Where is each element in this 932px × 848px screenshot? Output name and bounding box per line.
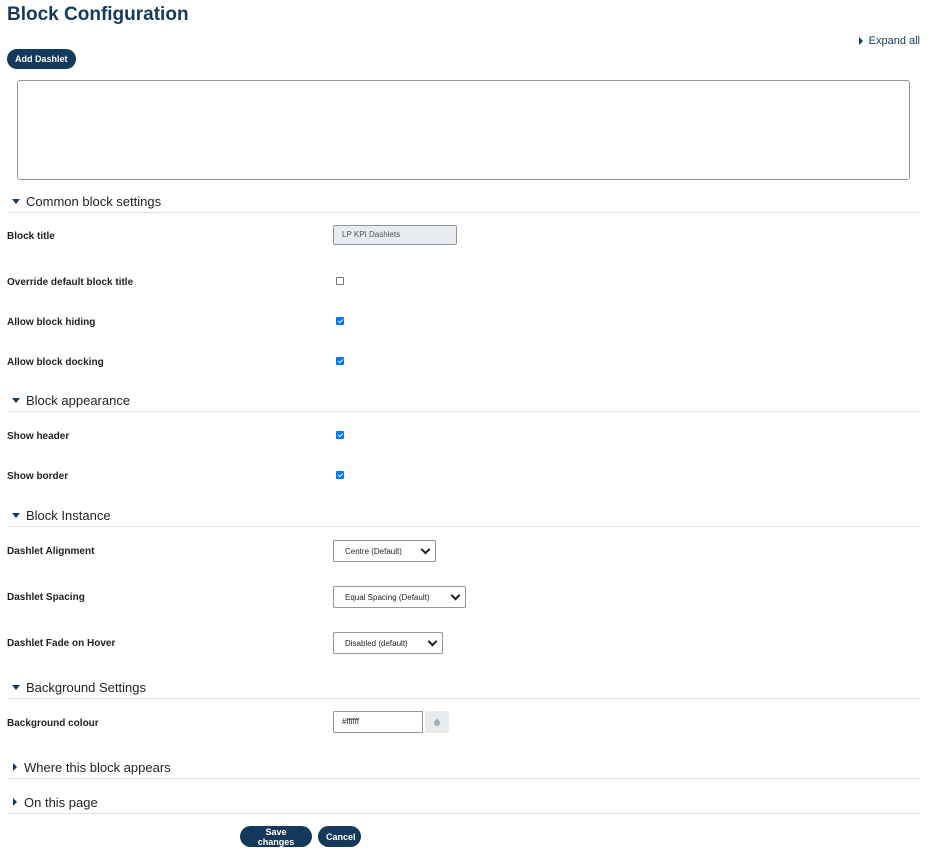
allow-hiding-checkbox[interactable] [336,317,344,325]
background-colour-input[interactable]: #ffffff [333,711,423,733]
save-changes-button[interactable]: Save changes [240,826,312,847]
show-border-checkbox[interactable] [336,471,344,479]
section-title: Block Instance [26,507,111,523]
section-common-settings[interactable]: Common block settings [7,190,920,213]
caret-down-icon [12,684,20,690]
select-value: Centre (Default) [345,546,402,556]
section-title: Common block settings [26,193,162,209]
override-title-label: Override default block title [7,277,134,288]
show-header-checkbox[interactable] [336,431,344,439]
dashlet-alignment-label: Dashlet Alignment [7,546,95,557]
select-value: Disabled (default) [345,638,408,648]
block-title-input[interactable]: LP KPI Dashlets [333,225,457,245]
dashlet-area[interactable] [17,80,910,180]
caret-right-icon [858,37,863,45]
caret-right-icon [13,798,17,806]
section-where-block-appears[interactable]: Where this block appears [7,756,920,779]
caret-down-icon [12,397,20,403]
cancel-button[interactable]: Cancel [318,826,361,847]
caret-down-icon [12,198,20,204]
page-title: Block Configuration [7,4,189,25]
dashlet-alignment-select[interactable]: Centre (Default) [333,540,436,562]
dashlet-fade-select[interactable]: Disabled (default) [333,632,443,654]
block-title-label: Block title [7,231,55,242]
dashlet-spacing-select[interactable]: Equal Spacing (Default) [333,586,466,608]
chevron-down-icon [420,544,431,555]
color-drop-icon [432,718,442,728]
dashlet-spacing-label: Dashlet Spacing [7,592,85,603]
section-title: Background Settings [26,679,146,695]
section-background-settings[interactable]: Background Settings [7,676,920,699]
dashlet-fade-label: Dashlet Fade on Hover [7,638,116,649]
background-colour-control: #ffffff [333,711,449,733]
caret-right-icon [13,763,17,771]
section-title: Block appearance [26,392,131,408]
select-value: Equal Spacing (Default) [345,592,430,602]
caret-down-icon [12,512,20,518]
section-title: On this page [24,794,98,810]
show-header-label: Show header [7,431,70,442]
expand-all-label: Expand all [868,35,920,47]
section-on-this-page[interactable]: On this page [7,791,920,814]
expand-all-link[interactable]: Expand all [858,35,920,47]
show-border-label: Show border [7,471,69,482]
section-title: Where this block appears [24,759,171,775]
add-dashlet-button[interactable]: Add Dashlet [7,49,76,69]
allow-docking-label: Allow block docking [7,357,104,368]
chevron-down-icon [450,590,461,601]
section-block-appearance[interactable]: Block appearance [7,389,920,412]
allow-hiding-label: Allow block hiding [7,317,96,328]
background-colour-label: Background colour [7,718,99,729]
chevron-down-icon [427,636,438,647]
allow-docking-checkbox[interactable] [336,357,344,365]
color-picker-button[interactable] [425,711,449,733]
section-block-instance[interactable]: Block Instance [7,504,920,527]
override-title-checkbox[interactable] [336,277,344,285]
